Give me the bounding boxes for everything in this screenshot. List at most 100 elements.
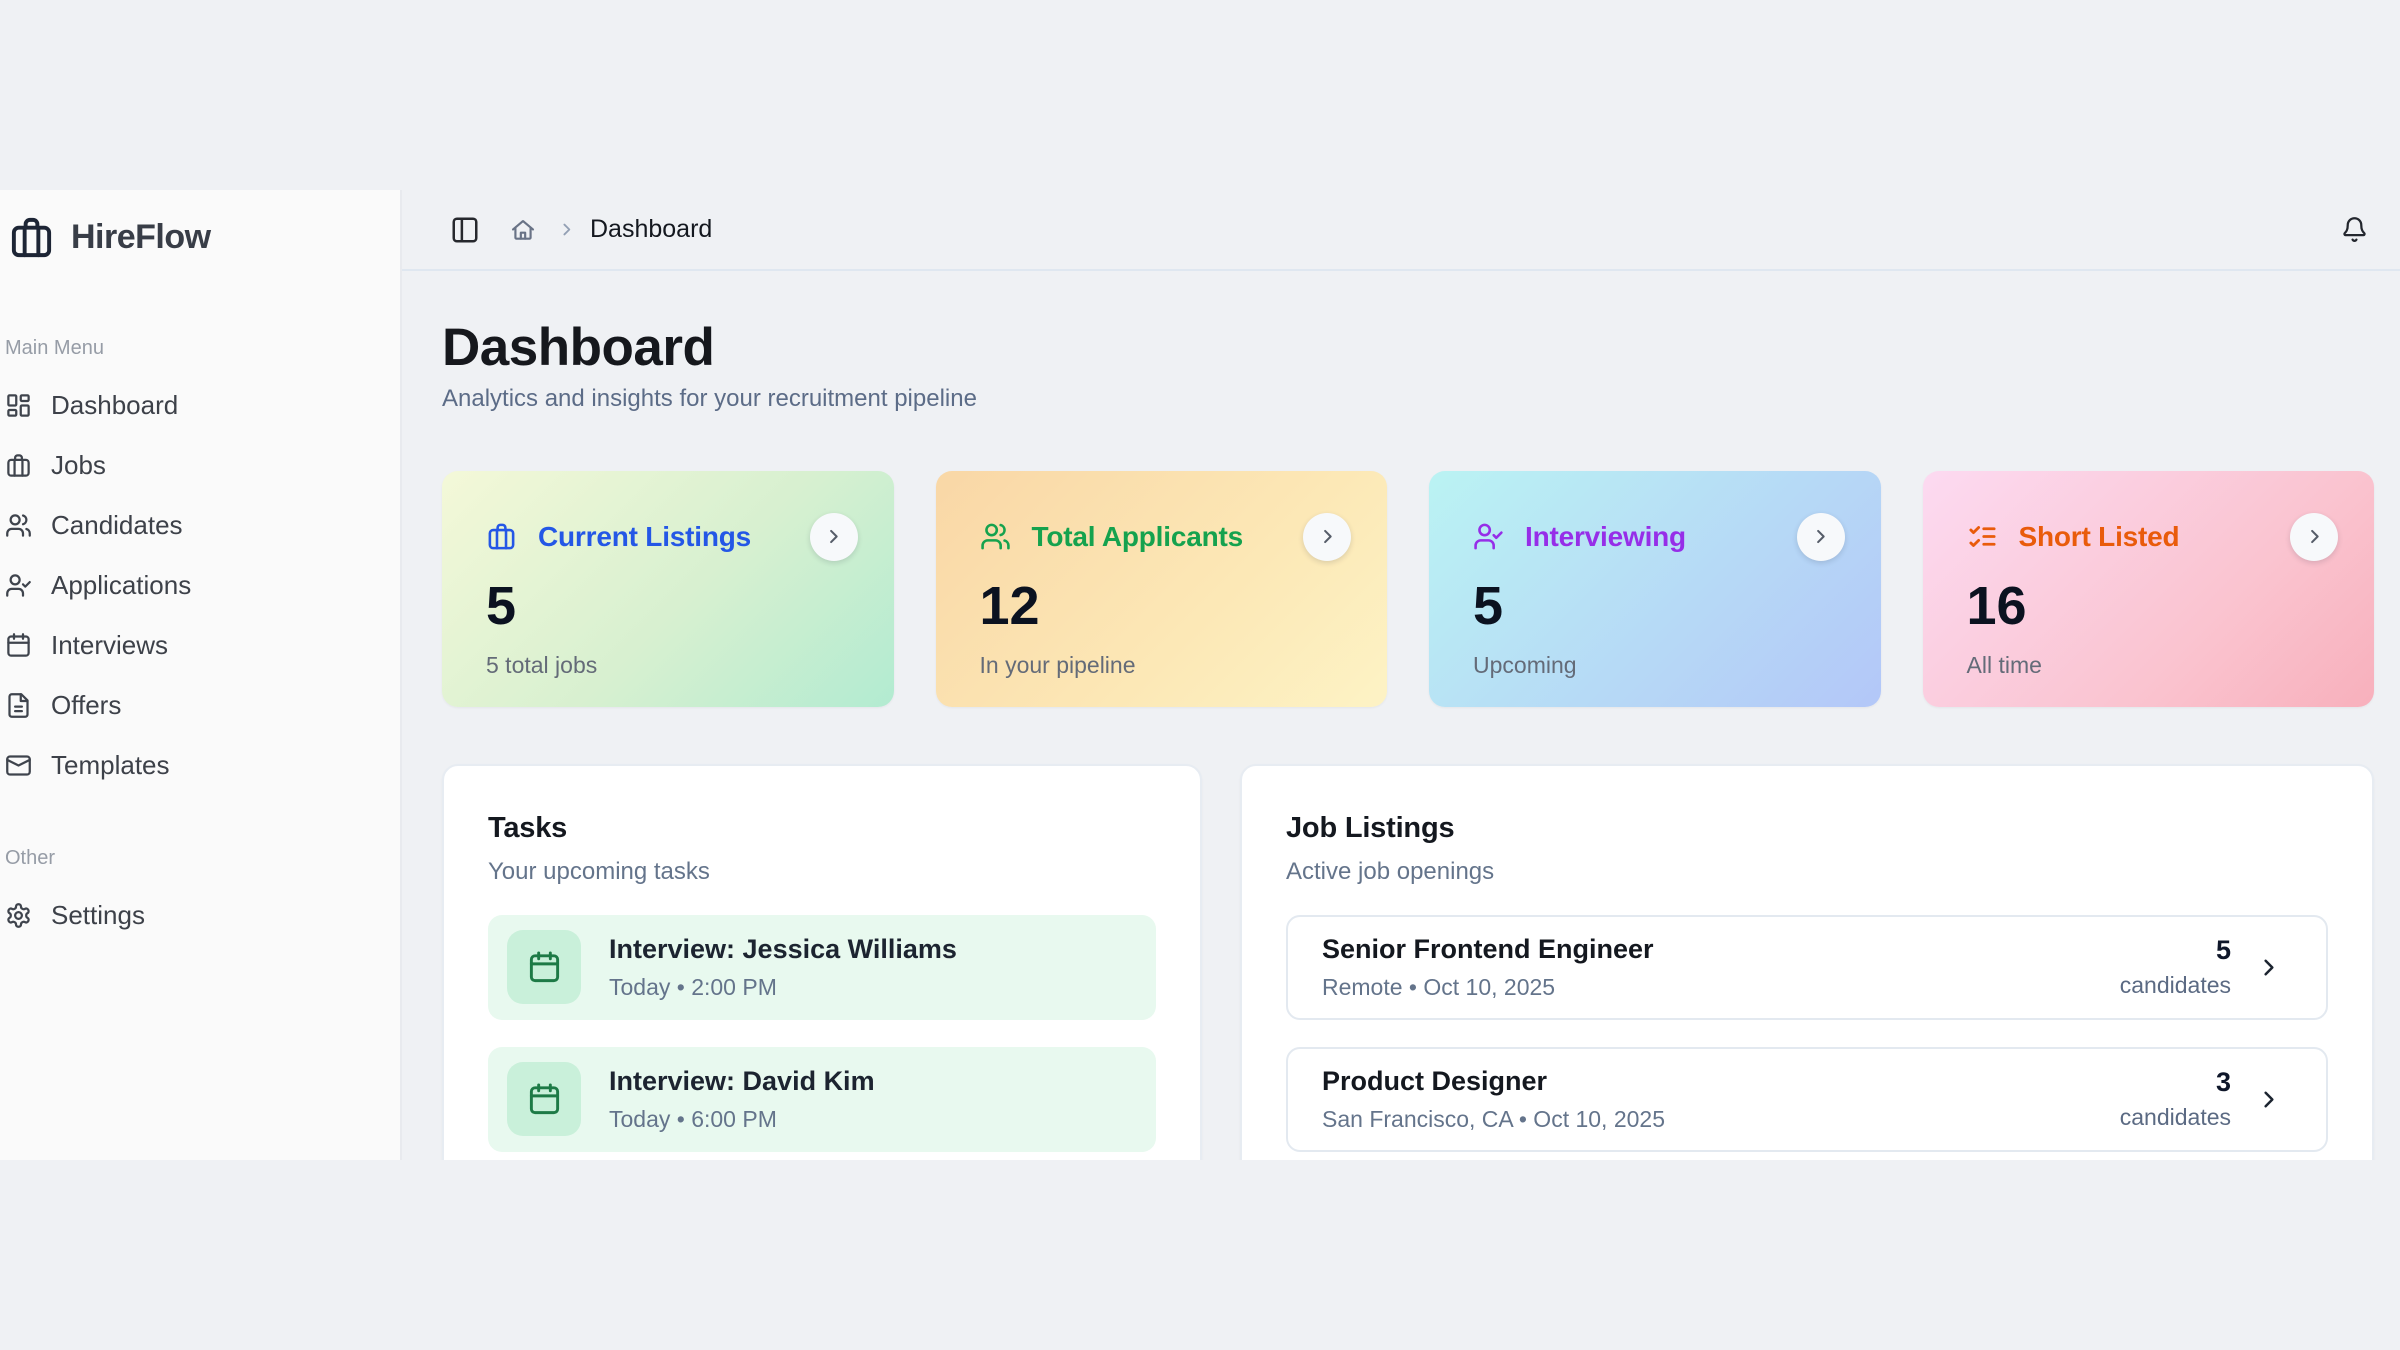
stat-arrow-button[interactable] (810, 513, 858, 561)
tasks-title: Tasks (488, 812, 1156, 845)
sidebar-item-offers[interactable]: Offers (0, 675, 400, 735)
stat-label: Current Listings (538, 521, 751, 553)
stat-label: Short Listed (2019, 521, 2180, 553)
stat-arrow-button[interactable] (1797, 513, 1845, 561)
stat-card-current-listings[interactable]: Current Listings 5 5 total jobs (442, 471, 894, 707)
calendar-icon (527, 1082, 562, 1117)
stat-arrow-button[interactable] (1303, 513, 1351, 561)
stat-card-interviewing[interactable]: Interviewing 5 Upcoming (1429, 471, 1881, 707)
stat-card-short-listed[interactable]: Short Listed 16 All time (1923, 471, 2375, 707)
briefcase-icon (486, 521, 517, 552)
job-row[interactable]: Product Designer San Francisco, CA • Oct… (1286, 1047, 2328, 1152)
chevron-right-icon (1811, 527, 1830, 546)
chevron-right-icon (558, 221, 575, 238)
sidebar-item-label: Offers (51, 690, 121, 721)
stat-head: Current Listings (486, 513, 854, 561)
chevron-right-icon[interactable] (2257, 956, 2280, 979)
brand-logo: HireFlow (0, 190, 400, 261)
sidebar: HireFlow Main Menu Dashboard Jobs Candid… (0, 190, 402, 1160)
job-count-label: candidates (2120, 972, 2231, 999)
bell-icon[interactable] (2341, 216, 2368, 243)
stat-head: Total Applicants (980, 513, 1348, 561)
sidebar-item-jobs[interactable]: Jobs (0, 435, 400, 495)
job-row-right: 5 candidates (2120, 935, 2280, 999)
sidebar-nav-other: Settings (0, 885, 400, 945)
sidebar-item-interviews[interactable]: Interviews (0, 615, 400, 675)
job-count: 5 (2120, 935, 2231, 966)
job-meta: Remote • Oct 10, 2025 (1322, 974, 1654, 1001)
stat-cards: Current Listings 5 5 total jobs Total Ap… (442, 471, 2374, 707)
stat-sub: All time (1967, 652, 2335, 679)
task-title: Interview: David Kim (609, 1066, 875, 1097)
user-check-icon (1473, 521, 1504, 552)
page-subtitle: Analytics and insights for your recruitm… (442, 385, 2374, 413)
sidebar-toggle-icon[interactable] (450, 215, 480, 245)
job-list: Senior Frontend Engineer Remote • Oct 10… (1286, 915, 2328, 1152)
tasks-list: Interview: Jessica Williams Today • 2:00… (488, 915, 1156, 1152)
stat-head: Interviewing (1473, 513, 1841, 561)
stat-arrow-button[interactable] (2290, 513, 2338, 561)
calendar-icon (527, 950, 562, 985)
job-listings-subtitle: Active job openings (1286, 858, 2328, 886)
sidebar-nav: Dashboard Jobs Candidates Applications I… (0, 375, 400, 795)
chevron-right-icon[interactable] (2257, 1088, 2280, 1111)
stat-value: 5 (1473, 579, 1841, 633)
user-check-icon (5, 572, 32, 599)
job-text: Senior Frontend Engineer Remote • Oct 10… (1322, 934, 1654, 1001)
page-title: Dashboard (442, 320, 2374, 376)
sidebar-item-templates[interactable]: Templates (0, 735, 400, 795)
home-icon[interactable] (510, 217, 536, 243)
job-count: 3 (2120, 1067, 2231, 1098)
brand-name: HireFlow (71, 218, 211, 257)
stat-head: Short Listed (1967, 513, 2335, 561)
sidebar-item-dashboard[interactable]: Dashboard (0, 375, 400, 435)
sidebar-item-label: Applications (51, 570, 191, 601)
sidebar-item-label: Settings (51, 900, 145, 931)
stat-card-total-applicants[interactable]: Total Applicants 12 In your pipeline (936, 471, 1388, 707)
job-title: Product Designer (1322, 1066, 1665, 1097)
task-time: Today • 6:00 PM (609, 1106, 875, 1133)
task-item[interactable]: Interview: Jessica Williams Today • 2:00… (488, 915, 1156, 1020)
job-count-block: 5 candidates (2120, 935, 2231, 999)
tasks-panel: Tasks Your upcoming tasks Interview: Jes… (442, 764, 1202, 1160)
calendar-icon-tile (507, 1062, 581, 1136)
dashboard-icon (5, 392, 32, 419)
list-checks-icon (1967, 521, 1998, 552)
stat-sub: 5 total jobs (486, 652, 854, 679)
mail-icon (5, 752, 32, 779)
sidebar-item-applications[interactable]: Applications (0, 555, 400, 615)
calendar-icon-tile (507, 930, 581, 1004)
panels-row: Tasks Your upcoming tasks Interview: Jes… (442, 764, 2374, 1160)
chevron-right-icon (1318, 527, 1337, 546)
job-meta: San Francisco, CA • Oct 10, 2025 (1322, 1106, 1665, 1133)
briefcase-logo-icon (8, 214, 55, 261)
job-text: Product Designer San Francisco, CA • Oct… (1322, 1066, 1665, 1133)
main-area: Dashboard Dashboard Analytics and insigh… (402, 190, 2400, 1160)
job-row[interactable]: Senior Frontend Engineer Remote • Oct 10… (1286, 915, 2328, 1020)
app-window: HireFlow Main Menu Dashboard Jobs Candid… (0, 190, 2400, 1160)
sidebar-item-candidates[interactable]: Candidates (0, 495, 400, 555)
briefcase-icon (5, 452, 32, 479)
content: Dashboard Analytics and insights for you… (402, 271, 2400, 1160)
task-text: Interview: David Kim Today • 6:00 PM (609, 1066, 875, 1133)
stat-sub: In your pipeline (980, 652, 1348, 679)
users-icon (5, 512, 32, 539)
job-listings-title: Job Listings (1286, 812, 2328, 845)
breadcrumb[interactable]: Dashboard (590, 215, 712, 244)
sidebar-item-label: Interviews (51, 630, 168, 661)
sidebar-section-other: Other (5, 847, 400, 870)
job-count-label: candidates (2120, 1104, 2231, 1131)
task-item[interactable]: Interview: David Kim Today • 6:00 PM (488, 1047, 1156, 1152)
task-title: Interview: Jessica Williams (609, 934, 957, 965)
users-icon (980, 521, 1011, 552)
stat-value: 5 (486, 579, 854, 633)
chevron-right-icon (824, 527, 843, 546)
sidebar-section-main-menu: Main Menu (5, 337, 400, 360)
chevron-right-icon (2305, 527, 2324, 546)
sidebar-item-settings[interactable]: Settings (0, 885, 400, 945)
sidebar-item-label: Jobs (51, 450, 106, 481)
calendar-icon (5, 632, 32, 659)
file-text-icon (5, 692, 32, 719)
stat-label: Interviewing (1525, 521, 1686, 553)
stat-value: 12 (980, 579, 1348, 633)
